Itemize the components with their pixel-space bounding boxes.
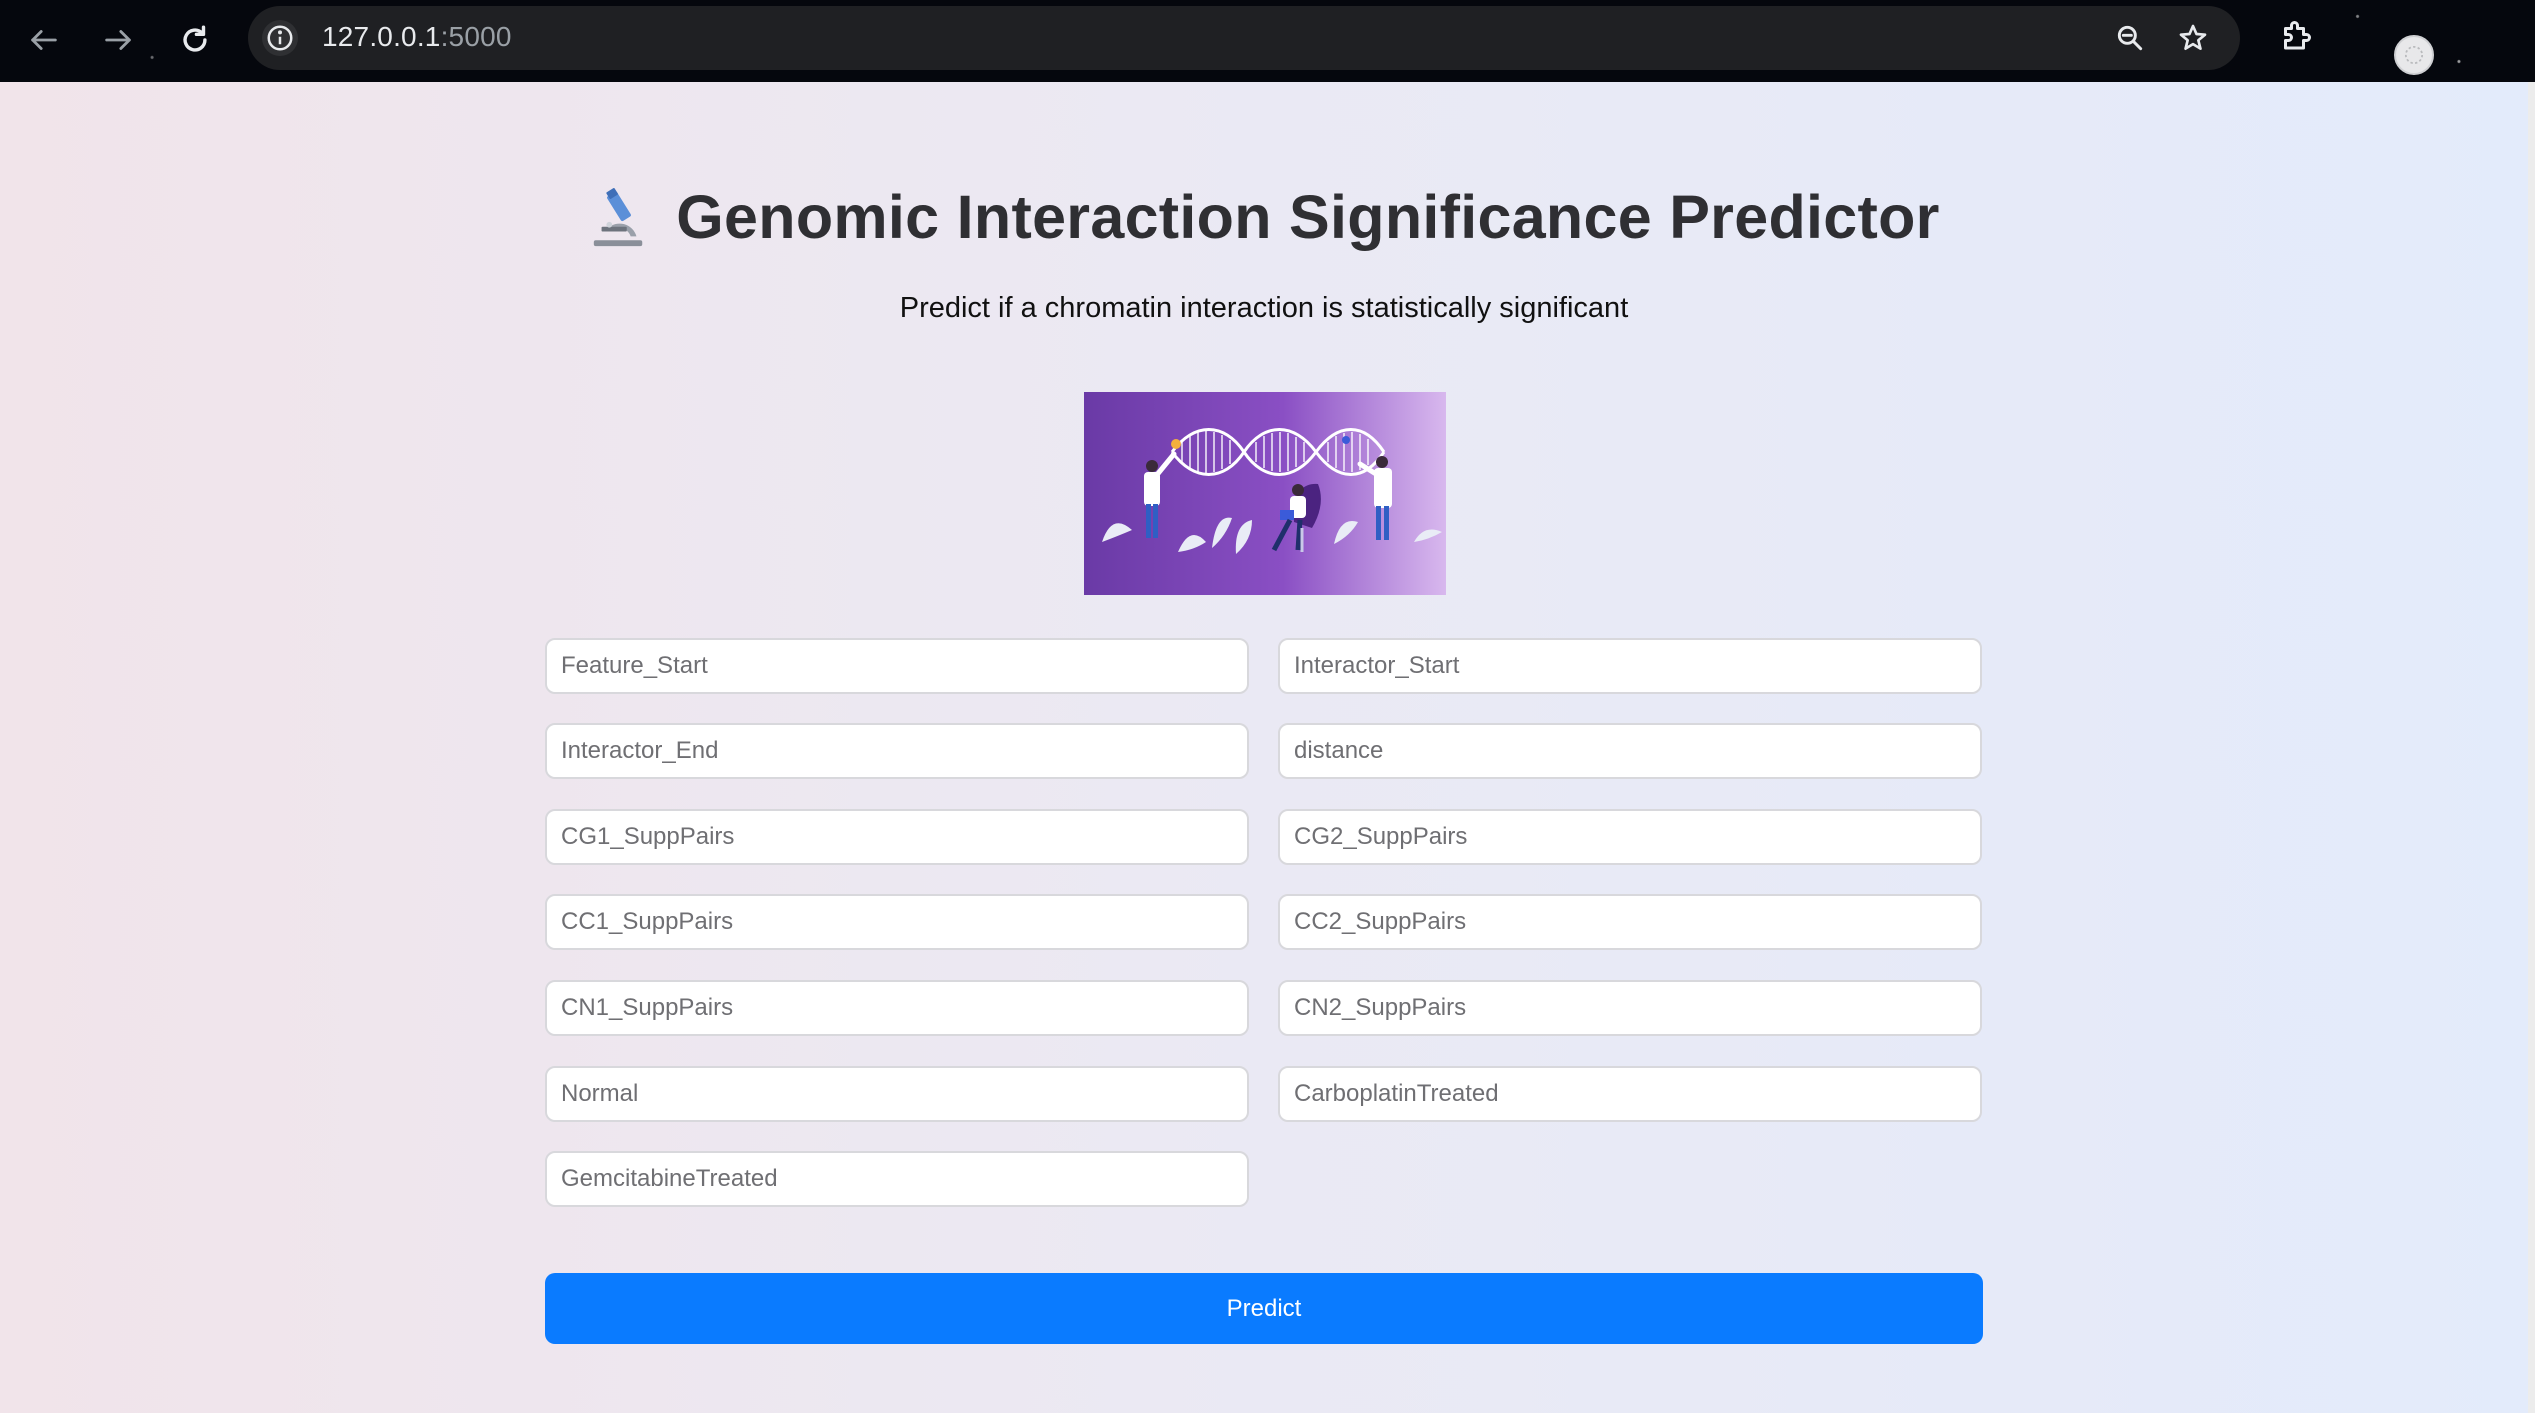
cg1-supppairs-field[interactable] — [545, 809, 1249, 865]
cn2-supppairs-field[interactable] — [1278, 980, 1982, 1036]
feature-start-field[interactable] — [545, 638, 1249, 694]
browser-toolbar: 127.0.0.1:5000 — [0, 0, 2535, 82]
cg2-supppairs-field[interactable] — [1278, 809, 1982, 865]
distance-field[interactable] — [1278, 723, 1982, 779]
interactor-end-field[interactable] — [545, 723, 1249, 779]
extensions-icon[interactable] — [2274, 14, 2318, 58]
page-title: Genomic Interaction Significance Predict… — [676, 183, 1940, 251]
back-arrow-icon[interactable] — [16, 12, 72, 68]
scrollbar[interactable] — [2528, 82, 2535, 1413]
url-port: :5000 — [440, 21, 512, 52]
interactor-start-field[interactable] — [1278, 638, 1982, 694]
url-host: 127.0.0.1 — [322, 21, 441, 52]
dna-illustration — [1084, 392, 1446, 595]
microscope-icon — [594, 188, 643, 247]
page-subtitle: Predict if a chromatin interaction is st… — [899, 292, 1629, 324]
cc1-supppairs-field[interactable] — [545, 894, 1249, 950]
info-icon[interactable] — [262, 20, 298, 56]
profile-icon[interactable] — [2394, 35, 2434, 75]
reload-icon[interactable] — [167, 12, 223, 68]
page-content: Genomic Interaction Significance Predict… — [0, 82, 2528, 1413]
address-bar[interactable]: 127.0.0.1:5000 — [248, 6, 2240, 70]
zoom-icon[interactable] — [2110, 18, 2150, 58]
forward-arrow-icon[interactable] — [90, 12, 146, 68]
star-icon[interactable] — [2173, 18, 2213, 58]
header: Genomic Interaction Significance Predict… — [0, 182, 2528, 252]
gemcitabine-treated-field[interactable] — [545, 1151, 1249, 1207]
normal-field[interactable] — [545, 1066, 1249, 1122]
predict-button[interactable]: Predict — [545, 1273, 1983, 1344]
cn1-supppairs-field[interactable] — [545, 980, 1249, 1036]
url-text[interactable]: 127.0.0.1:5000 — [322, 21, 512, 53]
cc2-supppairs-field[interactable] — [1278, 894, 1982, 950]
carboplatin-treated-field[interactable] — [1278, 1066, 1982, 1122]
